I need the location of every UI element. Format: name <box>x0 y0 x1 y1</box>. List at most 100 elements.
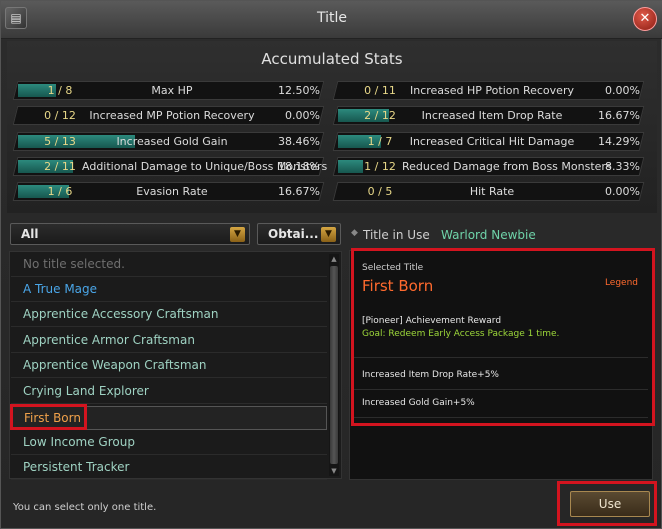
list-item-crying-land[interactable]: Crying Land Explorer <box>11 380 327 404</box>
stat-count: 0 / 5 <box>367 185 393 198</box>
stat-count: 5 / 13 <box>44 135 76 148</box>
stat-count: 2 / 11 <box>44 160 76 173</box>
stat-value: 0.00% <box>285 109 320 122</box>
title-list: No title selected. A True Mage Apprentic… <box>9 251 342 480</box>
stat-value: 38.46% <box>278 135 320 148</box>
accumulated-stats-heading: Accumulated Stats <box>261 50 403 68</box>
divider <box>354 417 648 418</box>
divider <box>354 389 648 390</box>
stat-row: 1 / 8 Max HP 12.50% <box>12 81 325 100</box>
effect-gold-gain: Increased Gold Gain+5% <box>362 398 475 408</box>
stat-value: 0.00% <box>605 185 640 198</box>
list-scrollbar[interactable]: ▲ ▼ <box>329 254 339 476</box>
stat-label: Increased Item Drop Rate <box>421 109 563 122</box>
list-item-apprentice-weapon[interactable]: Apprentice Weapon Craftsman <box>11 354 327 378</box>
list-item-label: Apprentice Accessory Craftsman <box>23 307 219 321</box>
list-item-low-income[interactable]: Low Income Group <box>11 431 327 455</box>
list-item-label: No title selected. <box>23 257 125 271</box>
category-dropdown[interactable]: All ▼ <box>10 223 250 245</box>
stat-label: Additional Damage to Unique/Boss Monster… <box>82 160 328 173</box>
list-item-apprentice-armor[interactable]: Apprentice Armor Craftsman <box>11 329 327 353</box>
stat-value: 18.18% <box>278 160 320 173</box>
divider <box>354 357 648 358</box>
selected-title-label: Selected Title <box>362 263 424 273</box>
reward-text: [Pioneer] Achievement Reward <box>362 316 502 326</box>
title-window: ▤ Title ✕ Accumulated Stats 1 / 8 Max HP 1… <box>0 0 662 529</box>
stat-row: 0 / 11 Increased HP Potion Recovery 0.00% <box>332 81 645 100</box>
stat-value: 16.67% <box>598 109 640 122</box>
chevron-down-icon[interactable]: ▼ <box>230 227 245 242</box>
list-item-label: Apprentice Weapon Craftsman <box>23 358 207 372</box>
list-item-apprentice-accessory[interactable]: Apprentice Accessory Craftsman <box>11 303 327 327</box>
stat-label: Evasion Rate <box>136 185 208 198</box>
list-item-label: Low Income Group <box>23 435 135 449</box>
stat-label: Increased HP Potion Recovery <box>410 84 574 97</box>
category-dropdown-value: All <box>21 227 39 241</box>
selected-title-name: First Born <box>362 277 434 295</box>
footer-note: You can select only one title. <box>13 502 157 513</box>
stat-row: 2 / 11 Additional Damage to Unique/Boss M… <box>12 157 328 176</box>
window-title: Title <box>316 10 347 26</box>
stat-value: 16.67% <box>278 185 320 198</box>
stat-value: 0.00% <box>605 84 640 97</box>
stat-row-content: 1 / 6 Evasion Rate 16.67% <box>16 183 321 200</box>
stat-label: Max HP <box>151 84 193 97</box>
list-item-label: Apprentice Armor Craftsman <box>23 333 195 347</box>
stat-row-content: 1 / 12 Reduced Damage from Boss Monsters 8… <box>336 158 641 175</box>
stat-label: Increased Critical Hit Damage <box>409 135 575 148</box>
stat-label: Reduced Damage from Boss Monsters <box>402 160 612 173</box>
list-item-no-title[interactable]: No title selected. <box>11 253 327 277</box>
stat-row: 5 / 13 Increased Gold Gain 38.46% <box>12 132 325 151</box>
stat-value: 8.33% <box>605 160 640 173</box>
stat-label: Hit Rate <box>469 185 515 198</box>
stat-count: 1 / 7 <box>367 135 393 148</box>
chevron-down-icon[interactable]: ▼ <box>321 227 336 242</box>
list-item-label: Persistent Tracker <box>23 460 130 474</box>
goal-text: Goal: Redeem Early Access Package 1 time… <box>362 329 560 339</box>
scroll-thumb[interactable] <box>330 266 338 464</box>
list-item-label: A True Mage <box>23 282 98 296</box>
stat-count: 1 / 8 <box>47 84 73 97</box>
stat-row-content: 1 / 7 Increased Critical Hit Damage 14.29% <box>336 133 641 150</box>
stat-row-content: 0 / 5 Hit Rate 0.00% <box>336 183 641 200</box>
stat-row: 1 / 7 Increased Critical Hit Damage 14.29% <box>332 132 645 151</box>
scroll-up-icon[interactable]: ▲ <box>329 254 339 264</box>
status-dropdown[interactable]: Obtai... ▼ <box>257 223 341 245</box>
stat-row-content: 2 / 12 Increased Item Drop Rate 16.67% <box>336 107 641 124</box>
close-icon[interactable]: ✕ <box>633 7 657 31</box>
title-in-use-label: Title in Use <box>363 228 430 242</box>
stat-row: 0 / 12 Increased MP Potion Recovery 0.00% <box>12 106 325 125</box>
stat-row-content: 1 / 8 Max HP 12.50% <box>16 82 321 99</box>
scroll-down-icon[interactable]: ▼ <box>329 466 339 476</box>
use-button[interactable]: Use <box>570 491 650 517</box>
stat-row-content: 2 / 11 Additional Damage to Unique/Boss M… <box>16 158 328 175</box>
stat-row: 2 / 12 Increased Item Drop Rate 16.67% <box>332 106 645 125</box>
window-titlebar: ▤ Title ✕ <box>1 1 662 39</box>
stat-value: 12.50% <box>278 84 320 97</box>
bullet-icon: ◆ <box>351 228 358 238</box>
stat-count: 1 / 12 <box>364 160 396 173</box>
list-item-persistent-tracker[interactable]: Persistent Tracker <box>11 456 327 480</box>
stat-row-content: 5 / 13 Increased Gold Gain 38.46% <box>16 133 321 150</box>
stat-label: Increased MP Potion Recovery <box>89 109 255 122</box>
stat-row: 0 / 5 Hit Rate 0.00% <box>332 182 645 201</box>
stat-row-content: 0 / 11 Increased HP Potion Recovery 0.00% <box>336 82 641 99</box>
list-item-first-born[interactable]: First Born <box>11 406 327 430</box>
title-in-use-value: Warlord Newbie <box>441 228 536 242</box>
list-item-label: First Born <box>24 411 81 425</box>
rarity-label: Legend <box>604 278 638 288</box>
effect-item-drop: Increased Item Drop Rate+5% <box>362 370 499 380</box>
stat-count: 0 / 11 <box>364 84 396 97</box>
stat-row: 1 / 12 Reduced Damage from Boss Monsters 8… <box>332 157 645 176</box>
stat-label: Increased Gold Gain <box>116 135 228 148</box>
stat-count: 2 / 12 <box>364 109 396 122</box>
list-item-label: Crying Land Explorer <box>23 384 149 398</box>
stat-value: 14.29% <box>598 135 640 148</box>
status-dropdown-value: Obtai... <box>268 227 319 241</box>
stat-row: 1 / 6 Evasion Rate 16.67% <box>12 182 325 201</box>
stat-count: 0 / 12 <box>44 109 76 122</box>
stat-count: 1 / 6 <box>47 185 73 198</box>
list-item-a-true-mage[interactable]: A True Mage <box>11 278 327 302</box>
title-detail-panel: Selected Title First Born Legend [Pionee… <box>349 250 653 480</box>
stat-row-content: 0 / 12 Increased MP Potion Recovery 0.00% <box>16 107 321 124</box>
